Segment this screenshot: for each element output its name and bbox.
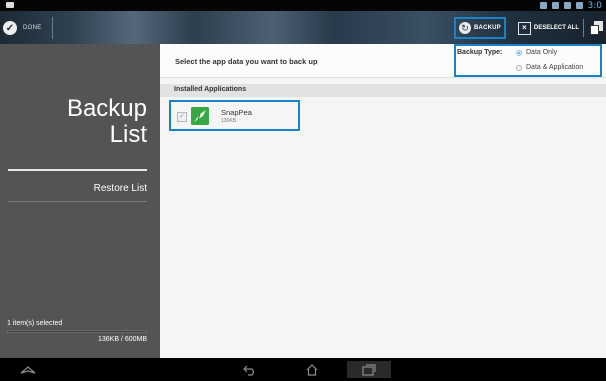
option-data-only[interactable]: Data Only (516, 49, 557, 56)
app-list-item[interactable]: ✓ SnapPea 136KB (169, 100, 300, 131)
option-label: Data Only (526, 49, 558, 56)
home-icon[interactable] (300, 361, 324, 378)
backup-label: BACKUP (474, 25, 501, 31)
action-bar-actions: ↻ BACKUP × DESELECT ALL (454, 17, 604, 39)
sidebar-title: Backup List (67, 96, 147, 148)
wifi-icon (551, 2, 559, 9)
storage-text: 136KB / 600MB (97, 336, 147, 343)
signal-icon (563, 2, 571, 9)
app-size: 136KB (221, 118, 237, 124)
backup-type-label: Backup Type: (457, 49, 503, 56)
overflow-copy-icon[interactable] (590, 21, 604, 35)
data-icon (539, 2, 547, 9)
battery-icon (575, 2, 583, 9)
app-name: SnapPea (221, 108, 252, 117)
navigation-bar (0, 358, 606, 381)
recent-apps-icon[interactable] (347, 361, 391, 378)
section-label: Installed Applications (174, 86, 247, 93)
checkmark-icon: ✓ (3, 21, 17, 35)
radio-unselected-icon (516, 64, 522, 71)
sidebar-divider (8, 169, 147, 171)
sidebar: Backup List Restore List 1 item(s) selec… (0, 44, 160, 358)
status-bar: 3:0 (0, 0, 606, 11)
action-bar: ✓ DONE ↻ BACKUP × DESELECT ALL (0, 11, 606, 44)
backup-icon: ↻ (459, 22, 471, 34)
option-label: Data & Application (526, 64, 584, 71)
restore-divider (8, 201, 147, 202)
back-icon[interactable] (238, 361, 262, 378)
main-panel: Select the app data you want to back up … (160, 44, 606, 358)
backup-button[interactable]: ↻ BACKUP (454, 17, 506, 39)
selected-count: 1 item(s) selected (7, 320, 63, 327)
collapse-icon[interactable] (16, 361, 40, 378)
restore-list-link[interactable]: Restore List (94, 183, 147, 194)
deselect-label: DESELECT ALL (533, 25, 579, 31)
deselect-icon: × (517, 21, 531, 35)
screen: 3:0 ✓ DONE ↻ BACKUP × DESELECT ALL Backu… (0, 0, 606, 381)
header-row: Select the app data you want to back up … (160, 44, 606, 78)
sidebar-title-line1: Backup (66, 95, 147, 122)
deselect-all-button[interactable]: × DESELECT ALL (514, 19, 584, 37)
instruction-text: Select the app data you want to back up (175, 57, 318, 66)
status-icons: 3:0 (539, 0, 602, 11)
section-header: Installed Applications (160, 84, 606, 97)
notification-icon (6, 2, 14, 8)
done-button[interactable]: ✓ DONE (3, 17, 53, 39)
status-time: 3:0 (587, 0, 602, 11)
option-data-and-application[interactable]: Data & Application (516, 64, 583, 71)
snappea-app-icon (191, 107, 209, 125)
checkbox-checked-icon[interactable]: ✓ (177, 112, 187, 122)
storage-progress-bar (7, 330, 147, 333)
done-label: DONE (23, 25, 42, 31)
sidebar-title-line2: List (109, 121, 147, 148)
radio-selected-icon (516, 49, 522, 56)
backup-type-group: Backup Type: Data Only Data & Applicatio… (454, 44, 602, 77)
